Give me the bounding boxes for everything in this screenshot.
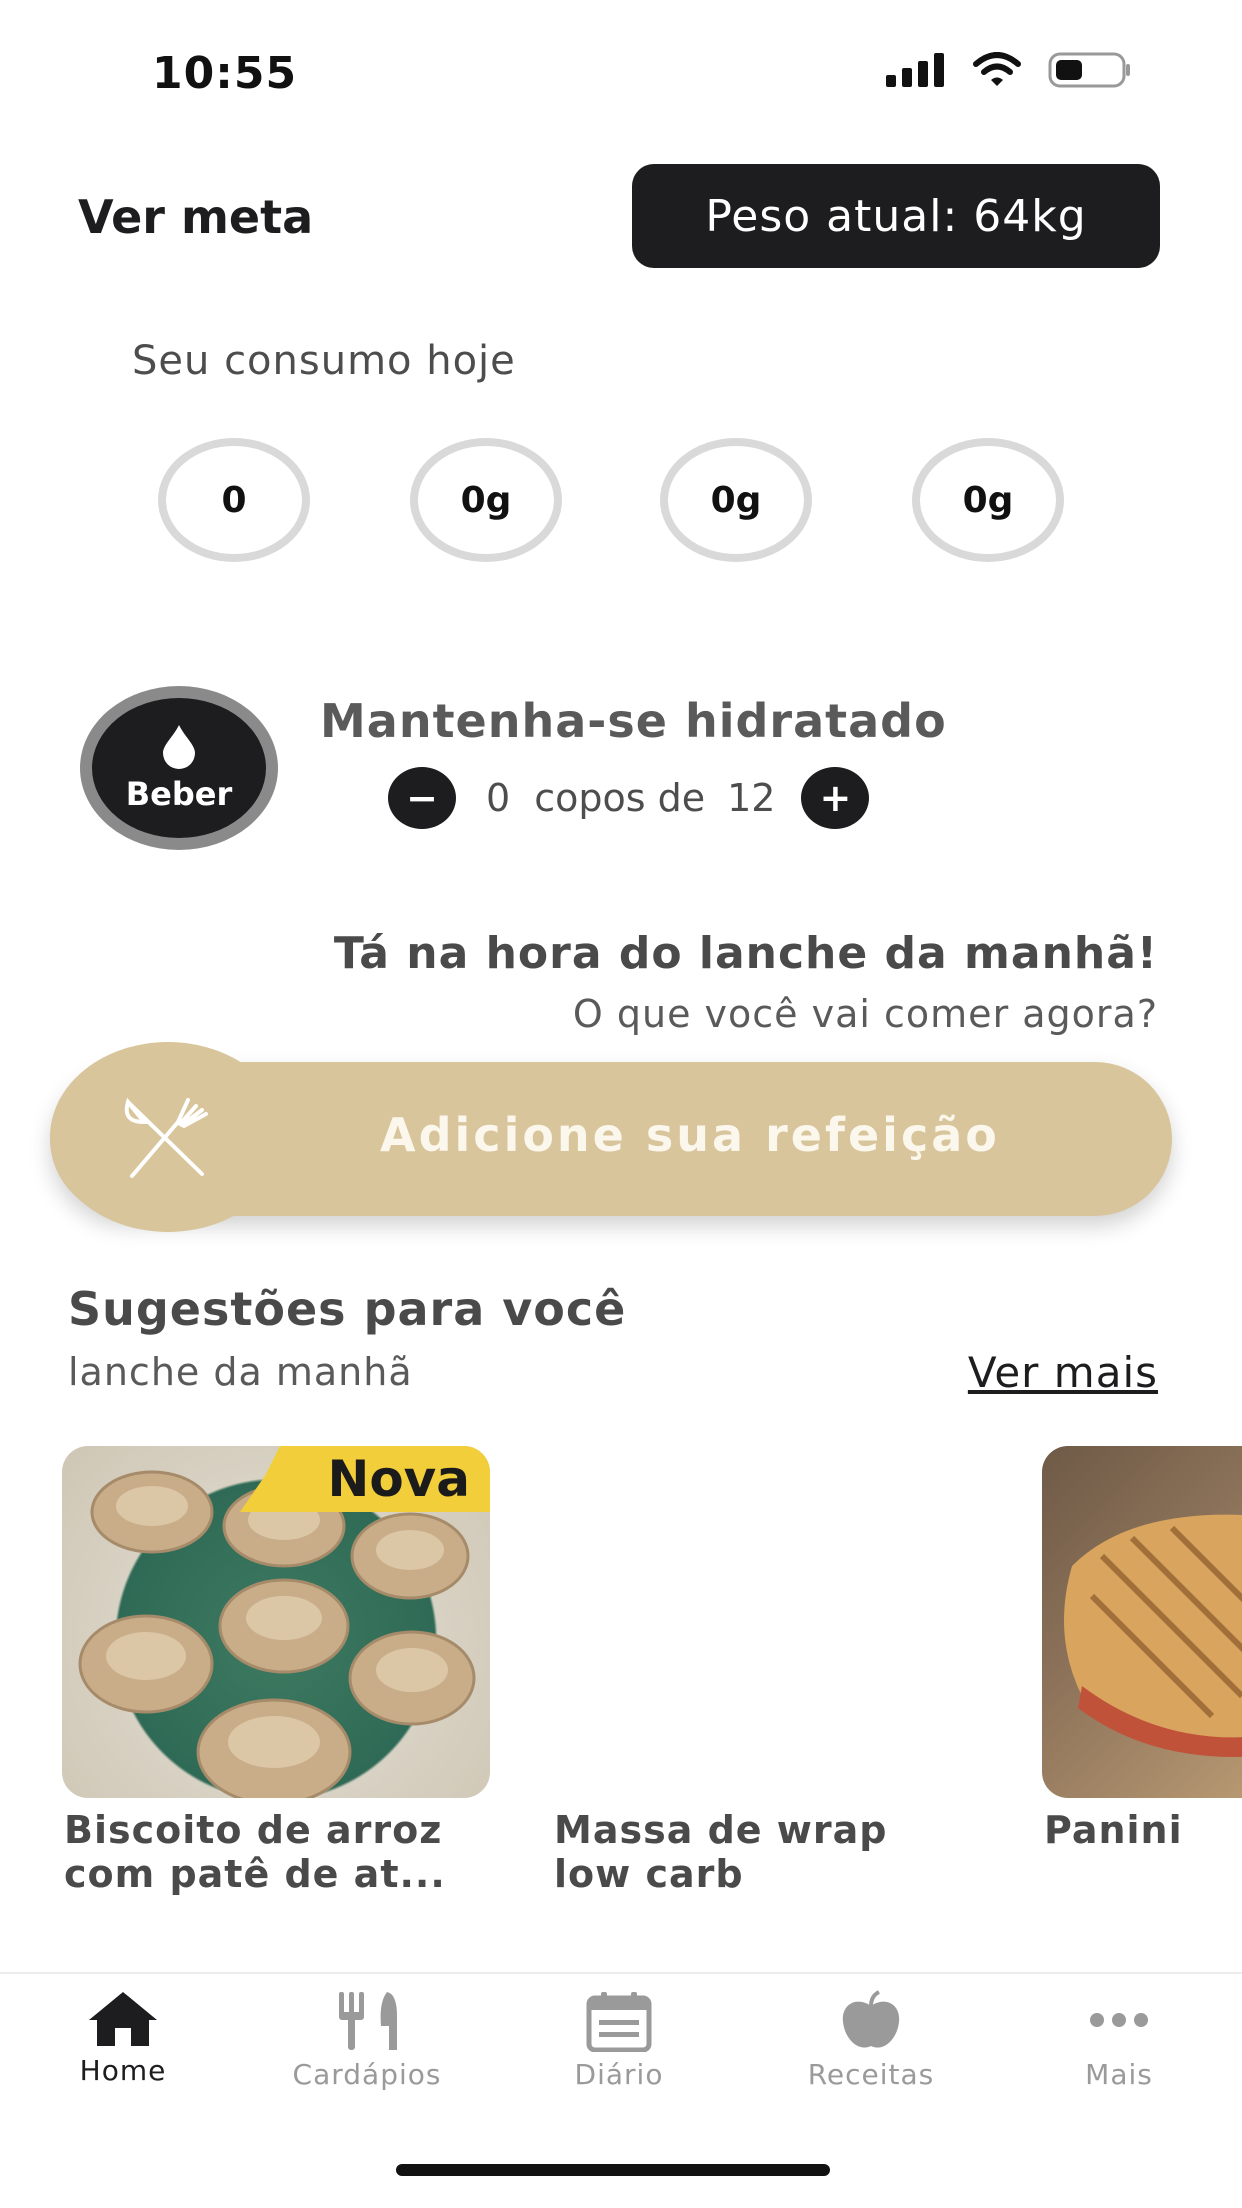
cutlery-icon bbox=[339, 1992, 397, 2050]
drink-button-label: Beber bbox=[125, 775, 233, 813]
water-goal: 12 bbox=[727, 776, 776, 820]
water-drop-icon bbox=[163, 725, 195, 769]
recipe-title-line1: Biscoito de arroz bbox=[64, 1808, 443, 1852]
add-meal-label: Adicione sua refeição bbox=[380, 1108, 1000, 1162]
suggestions-title: Sugestões para você bbox=[68, 1282, 627, 1336]
tab-label: Cardápios bbox=[292, 2058, 442, 2091]
apple-icon bbox=[842, 1990, 900, 2048]
meal-time-title: Tá na hora do lanche da manhã! bbox=[333, 928, 1158, 979]
new-badge: Nova bbox=[240, 1446, 490, 1512]
cutlery-icon bbox=[124, 1097, 208, 1178]
add-meal-icon-circle[interactable] bbox=[50, 1042, 286, 1232]
meal-time-subtitle: O que você vai comer agora? bbox=[572, 992, 1158, 1036]
more-icon bbox=[1090, 2013, 1148, 2027]
calendar-icon bbox=[586, 1992, 652, 2052]
calories-ring[interactable]: 0 bbox=[158, 438, 310, 562]
increase-water-button[interactable]: + bbox=[801, 767, 870, 829]
carbs-ring[interactable]: 0g bbox=[410, 438, 562, 562]
water-counter: − 0 copos de 12 + bbox=[388, 766, 870, 830]
recipe-card-image[interactable] bbox=[552, 1446, 980, 1798]
fat-ring[interactable]: 0g bbox=[912, 438, 1064, 562]
signal-icon bbox=[886, 53, 944, 87]
tab-label: Diário bbox=[574, 2058, 664, 2091]
recipe-title-line2: com patê de at... bbox=[64, 1852, 446, 1896]
battery-icon bbox=[1048, 52, 1130, 88]
recipe-title-line2: low carb bbox=[554, 1852, 744, 1896]
home-icon bbox=[89, 1992, 157, 2046]
recipe-title-line1: Massa de wrap bbox=[554, 1808, 888, 1852]
recipe-card-image[interactable]: Nova bbox=[62, 1446, 490, 1798]
tab-diario[interactable]: Diário bbox=[524, 1990, 714, 2091]
ver-meta-link[interactable]: Ver meta bbox=[78, 190, 313, 244]
hydration-title: Mantenha-se hidratado bbox=[320, 694, 947, 748]
tab-mais[interactable]: Mais bbox=[1024, 1990, 1214, 2091]
suggestions-subtitle: lanche da manhã bbox=[68, 1350, 413, 1394]
tab-cardapios[interactable]: Cardápios bbox=[272, 1990, 462, 2091]
status-icons bbox=[886, 52, 1132, 88]
water-count: 0 bbox=[486, 776, 511, 820]
home-indicator[interactable] bbox=[396, 2164, 830, 2176]
recipe-card-title[interactable]: Biscoito de arroz com patê de at... bbox=[64, 1808, 504, 1896]
decrease-water-button[interactable]: − bbox=[388, 767, 456, 829]
panini-image bbox=[1064, 1514, 1242, 1757]
see-more-link[interactable]: Ver mais bbox=[968, 1348, 1158, 1397]
protein-ring[interactable]: 0g bbox=[660, 438, 812, 562]
tab-label: Mais bbox=[1085, 2058, 1153, 2091]
status-time: 10:55 bbox=[152, 48, 298, 99]
recipe-card-title[interactable]: Massa de wrap low carb bbox=[554, 1808, 994, 1896]
wifi-icon bbox=[973, 52, 1021, 86]
recipe-card-image[interactable] bbox=[1042, 1446, 1242, 1798]
tab-label: Receitas bbox=[807, 2058, 935, 2091]
tab-home[interactable]: Home bbox=[28, 1990, 218, 2087]
recipe-title-line1: Panini bbox=[1044, 1808, 1183, 1852]
tab-label: Home bbox=[79, 2054, 167, 2087]
drink-water-button[interactable]: Beber bbox=[80, 686, 278, 850]
water-unit-label: copos de bbox=[534, 776, 706, 820]
tab-receitas[interactable]: Receitas bbox=[776, 1990, 966, 2091]
current-weight-button[interactable]: Peso atual: 64kg bbox=[632, 164, 1160, 268]
recipe-card-title[interactable]: Panini bbox=[1044, 1808, 1242, 1852]
consumption-title: Seu consumo hoje bbox=[132, 338, 516, 384]
